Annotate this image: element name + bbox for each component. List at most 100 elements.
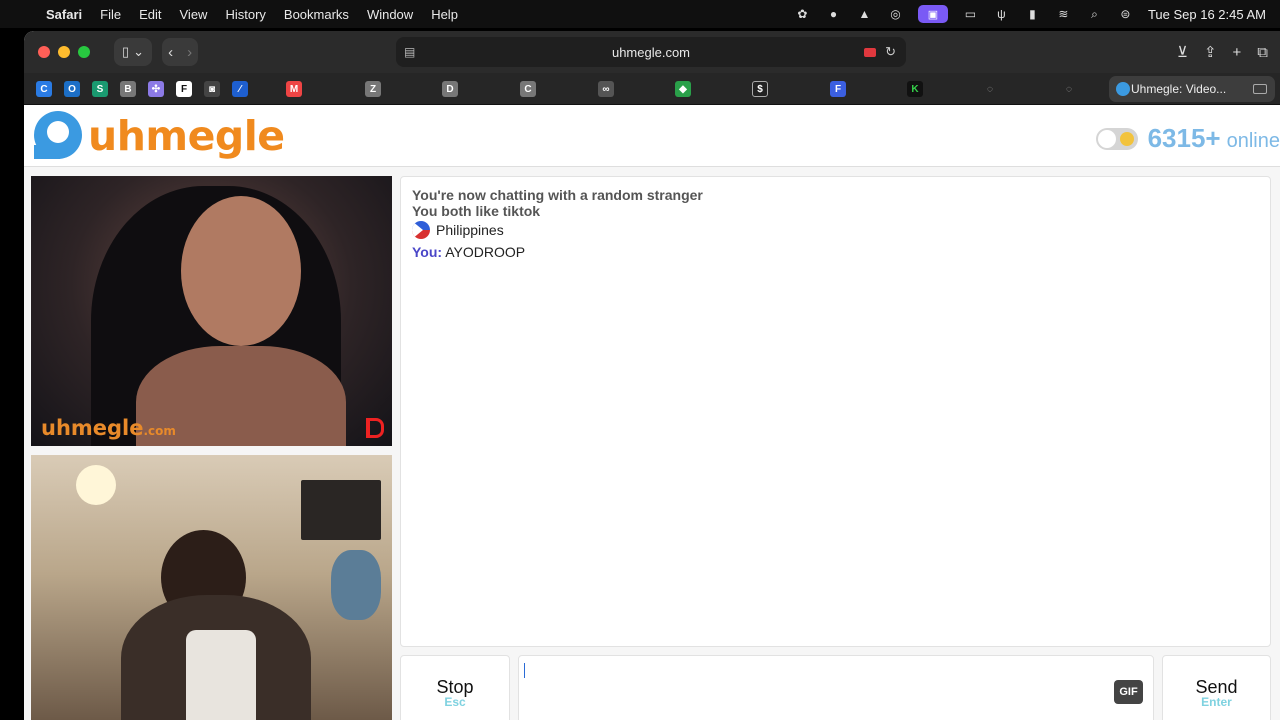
- history-nav: ‹ ›: [162, 38, 199, 66]
- camera-icon: [1253, 84, 1267, 94]
- tab-favicon-link-icon[interactable]: ∞: [598, 81, 614, 97]
- zoom-window-button[interactable]: [78, 46, 90, 58]
- window-controls: [38, 46, 90, 58]
- menu-history[interactable]: History: [225, 7, 265, 22]
- wifi-icon[interactable]: ≋: [1055, 7, 1072, 21]
- close-window-button[interactable]: [38, 46, 50, 58]
- uhmegle-logo-icon[interactable]: [34, 111, 82, 159]
- tab-favicon-c2-icon[interactable]: C: [520, 81, 536, 97]
- spotlight-search-icon[interactable]: ⌕: [1086, 7, 1103, 21]
- message-sender: You:: [412, 244, 443, 260]
- online-count: 6315+: [1147, 123, 1221, 153]
- self-bg-tv: [301, 480, 381, 540]
- tab-favicon-gmail-icon[interactable]: M: [286, 81, 302, 97]
- page-menu-icon[interactable]: ▤: [404, 45, 415, 59]
- stop-label: Stop: [436, 677, 474, 697]
- stranger-video: uhmegle.com: [31, 176, 392, 446]
- tab-favicon-d-icon[interactable]: D: [442, 81, 458, 97]
- tab-favicon-pen-icon[interactable]: ⁄: [232, 81, 248, 97]
- report-flag-icon[interactable]: [366, 418, 384, 438]
- sidebar-toggle-button[interactable]: ▯ ⌄: [114, 38, 153, 66]
- tab-favicon-b-icon[interactable]: B: [120, 81, 136, 97]
- tab-active[interactable]: Uhmegle: Video...: [1109, 76, 1275, 102]
- menu-edit[interactable]: Edit: [139, 7, 161, 22]
- gif-button[interactable]: GIF: [1114, 680, 1143, 704]
- tab-bar: C O S B ✣ F ◙ ⁄ M Z D C ∞ ◆ $ F K ◌ ◌ Uh…: [24, 73, 1280, 105]
- tab-title: Uhmegle: Video...: [1131, 82, 1227, 96]
- webpage: uhmegle 6315+ online uhmegle.com You're …: [24, 105, 1280, 720]
- stranger-country: Philippines: [412, 221, 1259, 239]
- control-center-icon[interactable]: ⊜: [1117, 7, 1134, 21]
- downloads-icon[interactable]: ⊻: [1177, 43, 1188, 61]
- connection-status: You're now chatting with a random strang…: [412, 187, 703, 203]
- text-caret: [524, 663, 525, 678]
- site-header: uhmegle 6315+ online: [24, 105, 1280, 167]
- minimize-window-button[interactable]: [58, 46, 70, 58]
- self-bg-microphone: [331, 550, 381, 620]
- self-bg-lamp: [76, 465, 116, 505]
- menu-bookmarks[interactable]: Bookmarks: [284, 7, 349, 22]
- chat-message: You: AYODROOP: [412, 244, 1259, 260]
- stranger-face: [181, 196, 301, 346]
- send-label: Send: [1195, 677, 1238, 697]
- menu-file[interactable]: File: [100, 7, 121, 22]
- camera-in-use-icon[interactable]: [864, 47, 876, 57]
- drive-icon[interactable]: ▲: [856, 7, 873, 21]
- menu-help[interactable]: Help: [431, 7, 458, 22]
- tab-favicon-c-icon[interactable]: C: [36, 81, 52, 97]
- tab-favicon-f-icon[interactable]: F: [176, 81, 192, 97]
- tab-overview-icon[interactable]: ⧉: [1257, 44, 1268, 61]
- tab-favicon-globe-icon[interactable]: ◌: [982, 81, 998, 97]
- tab-favicon-outlook-icon[interactable]: O: [64, 81, 80, 97]
- macos-menubar: Safari File Edit View History Bookmarks …: [0, 0, 1280, 28]
- fork-icon[interactable]: ψ: [993, 7, 1010, 21]
- site-logo-text[interactable]: uhmegle: [88, 112, 285, 160]
- tab-favicon-dollar-icon[interactable]: $: [752, 81, 768, 97]
- toolbar-actions: ⊻ ⇪ + ⧉: [1177, 31, 1268, 73]
- url-text[interactable]: uhmegle.com: [612, 45, 690, 60]
- tab-favicon-z-icon[interactable]: Z: [365, 81, 381, 97]
- tab-favicon-cube-icon[interactable]: ◆: [675, 81, 691, 97]
- common-interest: You both like tiktok: [412, 203, 541, 219]
- sidebar-icon: ▯: [122, 44, 130, 59]
- chat-log: You're now chatting with a random strang…: [400, 176, 1271, 647]
- menubar-status-area: ✿ ● ▲ ◎ ▣ ▭ ψ ▮ ≋ ⌕ ⊜ Tue Sep 16 2:45 AM: [794, 0, 1266, 28]
- message-input-box[interactable]: GIF: [518, 655, 1154, 720]
- reload-icon[interactable]: ↻: [885, 44, 896, 60]
- share-icon[interactable]: ⇪: [1204, 43, 1217, 61]
- message-text: AYODROOP: [445, 244, 526, 260]
- self-shirt: [186, 630, 256, 720]
- menu-app[interactable]: Safari: [46, 7, 82, 22]
- forward-button[interactable]: ›: [187, 44, 192, 61]
- display-icon[interactable]: ▭: [962, 7, 979, 21]
- tab-favicon-camera-icon[interactable]: ◙: [204, 81, 220, 97]
- chatgpt-icon[interactable]: ✿: [794, 7, 811, 21]
- online-label: online: [1226, 130, 1280, 152]
- new-tab-icon[interactable]: +: [1233, 44, 1242, 61]
- dark-mode-toggle[interactable]: [1095, 127, 1138, 150]
- self-video: [31, 455, 392, 720]
- send-button[interactable]: Send Enter: [1162, 655, 1271, 720]
- message-input[interactable]: [519, 656, 1153, 720]
- philippines-flag-icon: [412, 221, 430, 239]
- record-dot-icon[interactable]: ●: [825, 7, 842, 21]
- tab-favicon-form-icon[interactable]: F: [830, 81, 846, 97]
- tab-favicon-grid-icon[interactable]: ✣: [148, 81, 164, 97]
- tab-favicon-globe2-icon[interactable]: ◌: [1061, 81, 1077, 97]
- screen-share-icon[interactable]: ▣: [917, 5, 948, 23]
- menubar-clock[interactable]: Tue Sep 16 2:45 AM: [1148, 7, 1266, 22]
- tab-favicon-sharepoint-icon[interactable]: S: [92, 81, 108, 97]
- stop-button[interactable]: Stop Esc: [400, 655, 510, 720]
- uhmegle-tab-icon: [1116, 82, 1130, 96]
- moon-icon: [1119, 131, 1134, 146]
- menu-view[interactable]: View: [180, 7, 208, 22]
- send-shortcut: Enter: [1201, 695, 1232, 709]
- video-watermark: uhmegle.com: [41, 416, 176, 440]
- menu-window[interactable]: Window: [367, 7, 413, 22]
- tab-favicon-k-icon[interactable]: K: [907, 81, 923, 97]
- creative-cloud-icon[interactable]: ◎: [887, 7, 904, 21]
- back-button[interactable]: ‹: [168, 44, 173, 61]
- stop-shortcut: Esc: [444, 695, 466, 709]
- battery-icon[interactable]: ▮: [1024, 7, 1041, 21]
- address-bar[interactable]: ▤ uhmegle.com ↻: [396, 37, 906, 67]
